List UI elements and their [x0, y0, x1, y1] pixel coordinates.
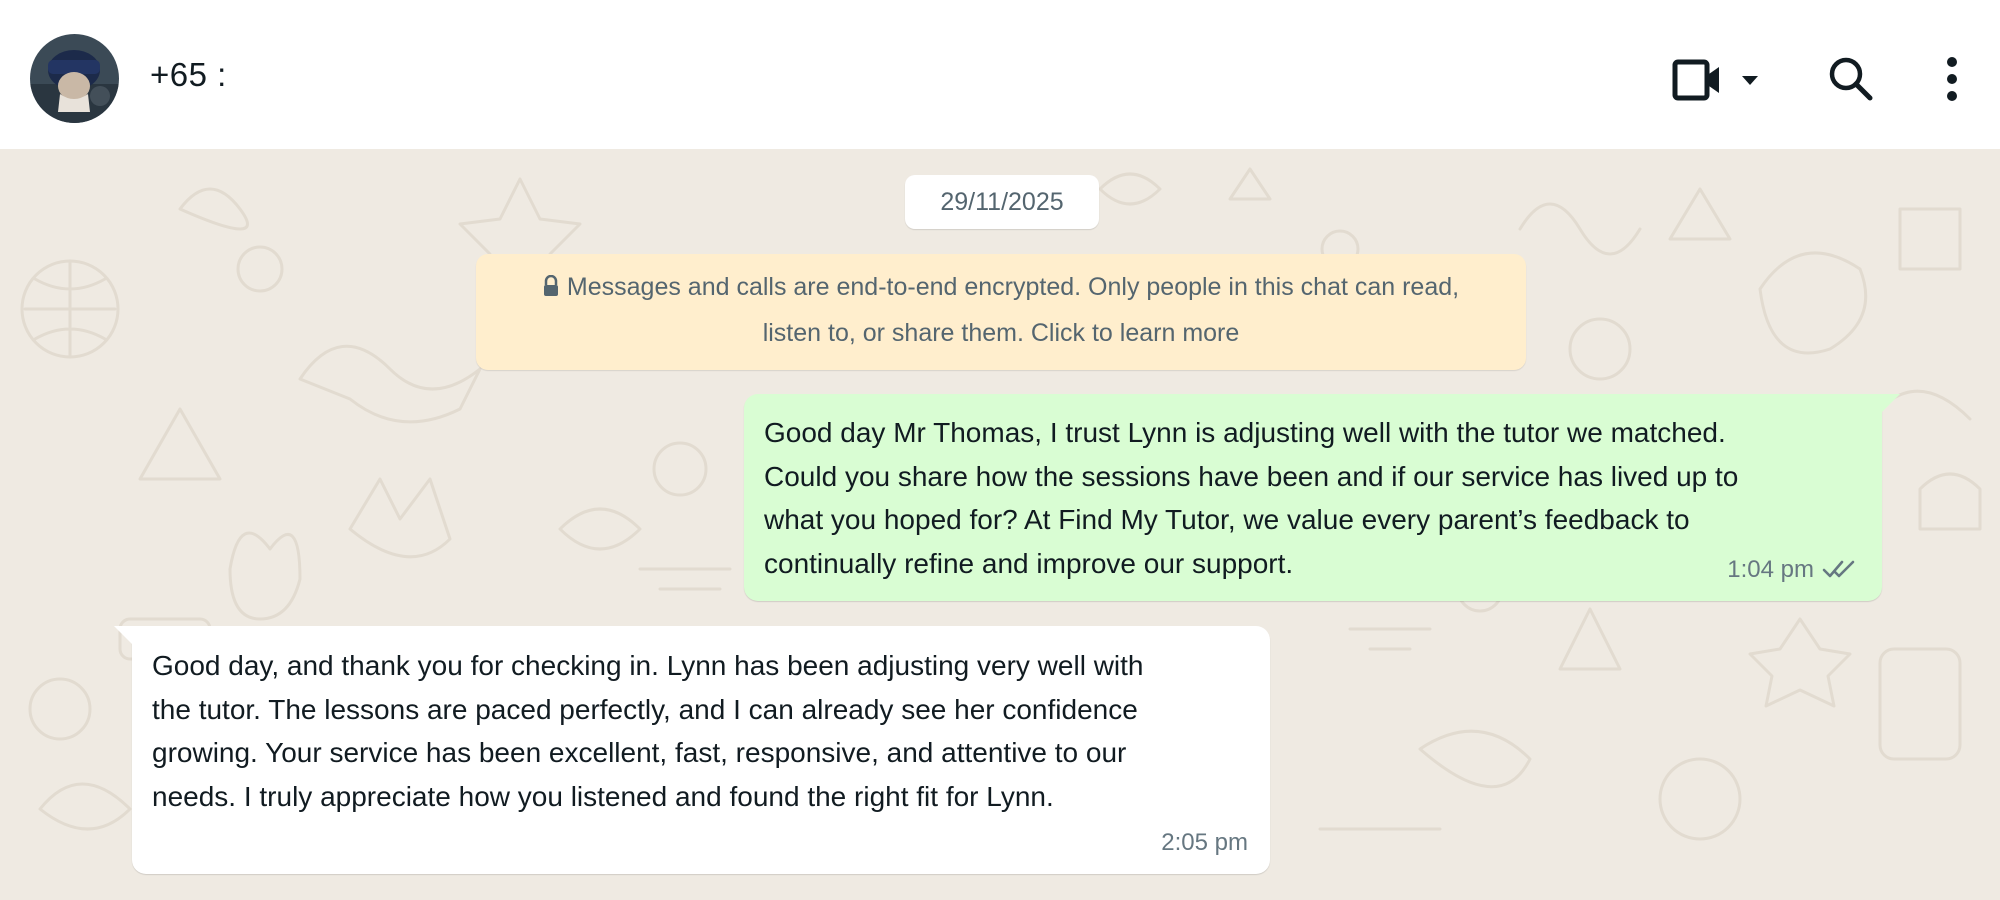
message-line: Good day Mr Thomas, I trust Lynn is adju… — [764, 417, 1726, 448]
lock-icon — [543, 275, 558, 296]
bubble-tail — [114, 626, 136, 648]
message-line: the tutor. The lessons are paced perfect… — [152, 693, 1138, 725]
message-meta: 2:05 pm — [1161, 821, 1248, 865]
read-double-tick-icon — [1822, 560, 1855, 578]
chat-header: +65 : — [0, 0, 2000, 149]
message-line: Good day, and thank you for checking in.… — [152, 650, 1144, 681]
encryption-notice-line-2: listen to, or share them. Click to learn… — [762, 319, 1240, 347]
message-time: 1:04 pm — [1727, 555, 1814, 583]
more-vertical-icon[interactable] — [1938, 56, 1966, 102]
search-icon[interactable] — [1828, 56, 1874, 102]
message-time: 2:05 pm — [1161, 828, 1248, 856]
message-line: needs. I truly appreciate how you listen… — [152, 780, 1054, 812]
message-line: continually refine and improve our suppo… — [764, 547, 1294, 579]
bubble-tail — [1878, 394, 1900, 416]
incoming-message[interactable]: Good day, and thank you for checking in.… — [114, 626, 1270, 874]
encryption-notice-text-1: Messages and calls are end-to-end encryp… — [566, 273, 1460, 301]
video-call-icon[interactable] — [1672, 58, 1762, 102]
avatar-photo — [30, 34, 119, 123]
contact-name[interactable]: +65 : — [150, 56, 227, 94]
encryption-notice-line-1: Messages and calls are end-to-end encryp… — [516, 264, 1486, 310]
message-meta: 1:04 pm — [1727, 548, 1860, 592]
contact-avatar[interactable] — [30, 34, 119, 123]
date-chip: 29/11/2025 — [905, 175, 1099, 229]
message-line: Could you share how the sessions have be… — [764, 460, 1739, 492]
outgoing-message[interactable]: Good day Mr Thomas, I trust Lynn is adju… — [744, 394, 1900, 601]
message-line: what you hoped for? At Find My Tutor, we… — [764, 504, 1690, 535]
message-line: growing. Your service has been excellent… — [152, 737, 1127, 768]
encryption-notice[interactable]: Messages and calls are end-to-end encryp… — [476, 254, 1526, 370]
chevron-down-icon — [1742, 76, 1758, 85]
chat-area[interactable]: 29/11/2025 Messages and calls are end-to… — [0, 149, 2000, 900]
